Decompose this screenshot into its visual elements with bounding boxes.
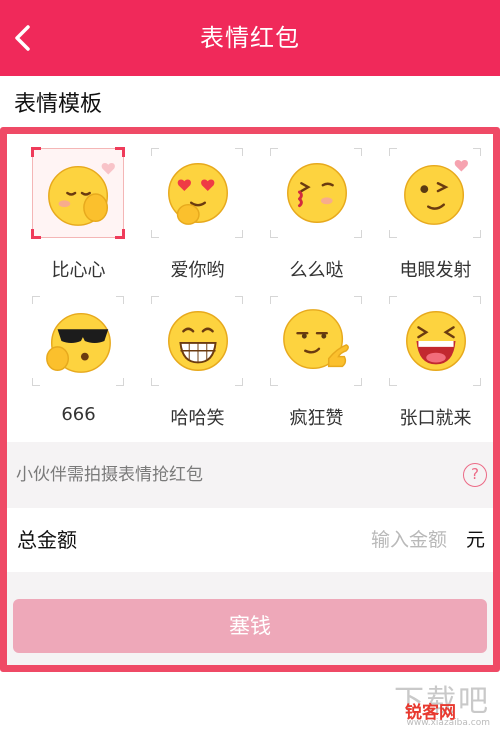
template-item-wink[interactable]: 电眼发射	[376, 144, 495, 292]
emoji-template-grid: 比心心 爱你哟 么么哒 电眼发射 666 哈哈笑 疯狂赞 张口就来	[19, 144, 495, 441]
grin-emoji-icon	[168, 311, 228, 371]
template-label: 么么哒	[289, 260, 344, 281]
amount-input[interactable]	[287, 522, 447, 558]
total-amount-row: 总金额 元	[7, 508, 493, 572]
title-bar: 表情红包	[0, 0, 500, 76]
template-label: 电眼发射	[399, 260, 472, 281]
template-thumb	[389, 296, 481, 386]
template-section-label: 表情模板	[14, 92, 103, 117]
currency-unit: 元	[465, 529, 485, 551]
laughing-open-mouth-emoji-icon	[406, 311, 466, 371]
kiss-emoji-icon	[287, 163, 347, 223]
template-thumb	[270, 296, 362, 386]
help-icon[interactable]: ?	[463, 463, 487, 487]
wink-heart-emoji-icon	[404, 159, 468, 225]
hint-text: 小伙伴需拍摄表情抢红包	[16, 465, 203, 485]
template-item-666[interactable]: 666	[19, 292, 138, 440]
sunglasses-666-emoji-icon	[46, 312, 111, 373]
watermark-site: www.xiazaiba.com	[406, 718, 490, 728]
finger-heart-emoji-icon	[48, 162, 115, 226]
template-item-finger-heart[interactable]: 比心心	[19, 144, 138, 292]
total-amount-label: 总金额	[17, 528, 77, 552]
template-label: 哈哈笑	[170, 408, 225, 429]
heart-eyes-emoji-icon	[168, 163, 228, 225]
template-thumb	[389, 148, 481, 238]
submit-money-button[interactable]: 塞钱	[13, 599, 487, 653]
hint-row: 小伙伴需拍摄表情抢红包 ?	[7, 442, 493, 508]
template-label: 张口就来	[399, 408, 472, 429]
template-thumb	[31, 147, 125, 239]
red-packet-form-frame: 比心心 爱你哟 么么哒 电眼发射 666 哈哈笑 疯狂赞 张口就来 小伙伴需拍摄…	[0, 127, 500, 672]
template-thumb	[151, 296, 243, 386]
template-item-open-mouth[interactable]: 张口就来	[376, 292, 495, 440]
page-title: 表情红包	[200, 24, 300, 52]
template-item-kiss[interactable]: 么么哒	[257, 144, 376, 292]
template-label: 疯狂赞	[289, 408, 344, 429]
template-label: 爱你哟	[170, 260, 225, 281]
template-item-haha[interactable]: 哈哈笑	[138, 292, 257, 440]
thumbs-up-emoji-icon	[283, 309, 349, 370]
template-item-thumbs-up[interactable]: 疯狂赞	[257, 292, 376, 440]
template-label: 比心心	[51, 260, 106, 281]
watermark-logo: 下载吧 锐客网 www.xiazaiba.com	[360, 676, 490, 734]
template-label: 666	[61, 404, 96, 425]
template-item-love-you[interactable]: 爱你哟	[138, 144, 257, 292]
template-thumb	[151, 148, 243, 238]
template-thumb	[270, 148, 362, 238]
template-thumb	[32, 296, 124, 386]
